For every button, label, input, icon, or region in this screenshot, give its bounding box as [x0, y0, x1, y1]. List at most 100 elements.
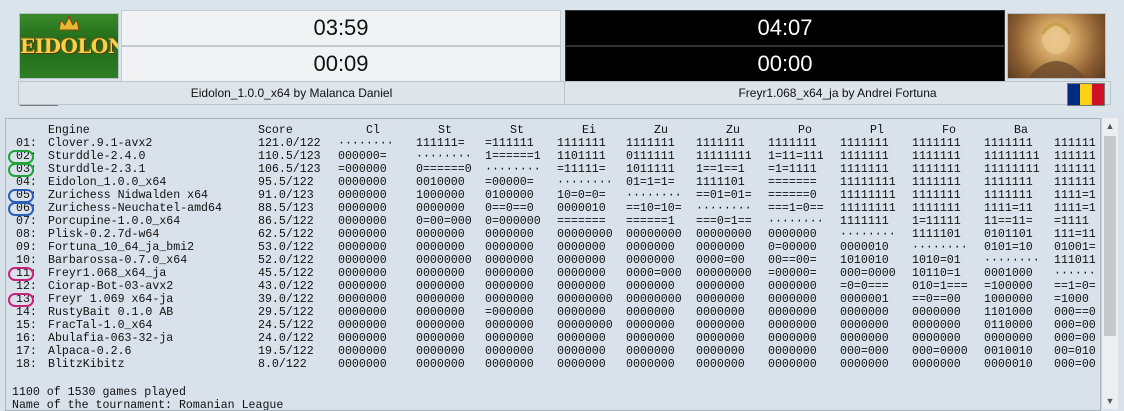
scroll-thumb[interactable]: [1104, 136, 1116, 336]
row-result-cell: 01001=: [1054, 241, 1096, 254]
row-result-cell: 10110=1: [912, 267, 961, 280]
row-result-cell: 0=00000: [768, 241, 817, 254]
row-result-cell: ········: [626, 189, 682, 202]
row-result-cell: 0000000: [416, 280, 465, 293]
row-engine: Eidolon_1.0.0_x64: [48, 176, 167, 189]
row-result-cell: 0000000: [416, 345, 465, 358]
row-result-cell: 1111111: [557, 137, 606, 150]
scroll-down-icon[interactable]: ▼: [1102, 393, 1118, 409]
row-result-cell: 0000000: [416, 358, 465, 371]
row-result-cell: 1111101: [912, 228, 961, 241]
table-row: 01: Clover.9.1-avx2 121.0/122 ········ 11111…: [12, 137, 1100, 150]
header-opponent: Ei: [582, 124, 596, 137]
row-result-cell: 0001000: [984, 267, 1033, 280]
row-result-cell: 0000010: [557, 202, 606, 215]
table-row: 11: Freyr1.068_x64_ja 45.5/122 0000000 00000…: [12, 267, 1100, 280]
row-result-cell: 0=000000: [485, 215, 541, 228]
black-move-clock: 00:00: [565, 46, 1005, 82]
row-engine: Freyr 1.069 x64-ja: [48, 293, 174, 306]
table-row: 07: Porcupine-1.0.0_x64 86.5/122 0000000 0=0…: [12, 215, 1100, 228]
row-score: 88.5/123: [258, 202, 314, 215]
row-result-cell: 0100000: [485, 189, 534, 202]
row-result-cell: 111011: [1054, 254, 1096, 267]
row-result-cell: ········: [984, 254, 1040, 267]
vertical-scrollbar[interactable]: ▲ ▼: [1101, 118, 1118, 409]
row-result-cell: 0000000: [768, 306, 817, 319]
row-result-cell: 00000000: [557, 228, 613, 241]
row-rank: 04:: [16, 176, 37, 189]
row-result-cell: 0111111: [626, 150, 675, 163]
row-result-cell: 0000000: [338, 332, 387, 345]
row-result-cell: =======: [557, 215, 606, 228]
row-result-cell: 0000010: [840, 241, 889, 254]
row-result-cell: 01=1=1=: [626, 176, 675, 189]
row-result-cell: 0000000: [557, 332, 606, 345]
header-opponent: Zu: [654, 124, 668, 137]
row-engine: Abulafia-063-32-ja: [48, 332, 174, 345]
row-result-cell: 0000000: [626, 241, 675, 254]
header-opponent: Po: [798, 124, 812, 137]
white-total-clock: 03:59: [121, 10, 561, 46]
row-result-cell: 0000010: [984, 358, 1033, 371]
row-result-cell: 1011111: [626, 163, 675, 176]
rank-highlight-circle: [8, 163, 34, 177]
row-result-cell: ········: [696, 202, 752, 215]
rank-highlight-circle: [8, 267, 34, 281]
row-result-cell: ········: [557, 176, 613, 189]
row-result-cell: 111111: [1054, 137, 1096, 150]
row-result-cell: 0000000: [338, 241, 387, 254]
table-row: 04: Eidolon_1.0.0_x64 95.5/122 0000000 00100…: [12, 176, 1100, 189]
row-result-cell: 000=0000: [840, 267, 896, 280]
row-result-cell: 000=00: [1054, 358, 1096, 371]
row-result-cell: 0000000: [912, 306, 961, 319]
row-result-cell: 0000000: [557, 241, 606, 254]
row-engine: Sturddle-2.4.0: [48, 150, 146, 163]
row-result-cell: 0000000: [626, 254, 675, 267]
row-result-cell: 111=11: [1054, 228, 1096, 241]
row-score: 53.0/122: [258, 241, 314, 254]
row-result-cell: 0000000: [338, 345, 387, 358]
row-result-cell: 0000000: [485, 241, 534, 254]
row-result-cell: 111111: [1054, 150, 1096, 163]
row-result-cell: 1010=01: [912, 254, 961, 267]
row-result-cell: 0000000: [485, 280, 534, 293]
row-result-cell: 1111111: [768, 137, 817, 150]
row-score: 86.5/122: [258, 215, 314, 228]
table-row: 08: Plisk-0.2.7d-w64 62.5/122 0000000 000000…: [12, 228, 1100, 241]
row-result-cell: 1111111: [696, 137, 745, 150]
row-result-cell: =000000: [338, 163, 387, 176]
row-result-cell: 0000000: [416, 267, 465, 280]
row-result-cell: =1000: [1054, 293, 1089, 306]
row-result-cell: 111111: [1054, 176, 1096, 189]
row-result-cell: 0======0: [416, 163, 472, 176]
row-engine: Alpaca-0.2.6: [48, 345, 132, 358]
row-result-cell: ==10=10=: [626, 202, 682, 215]
row-result-cell: 0000=000: [626, 267, 682, 280]
row-result-cell: 0000000: [485, 319, 534, 332]
row-result-cell: 0000000: [912, 358, 961, 371]
row-result-cell: ······: [1054, 267, 1096, 280]
row-result-cell: 00000000: [696, 267, 752, 280]
row-result-cell: 0000=00: [696, 254, 745, 267]
row-result-cell: 0000000: [338, 254, 387, 267]
row-result-cell: 1000000: [984, 293, 1033, 306]
row-result-cell: =1=1111: [768, 163, 817, 176]
scroll-up-icon[interactable]: ▲: [1102, 118, 1118, 134]
row-result-cell: 00000000: [557, 293, 613, 306]
row-result-cell: 0000000: [485, 293, 534, 306]
row-rank: 18:: [16, 358, 37, 371]
row-result-cell: =111111: [485, 137, 534, 150]
row-result-cell: 0101101: [984, 228, 1033, 241]
row-result-cell: 1010010: [840, 254, 889, 267]
row-result-cell: 0000000: [485, 332, 534, 345]
row-result-cell: 0000000: [840, 319, 889, 332]
row-result-cell: 0010000: [416, 176, 465, 189]
row-rank: 17:: [16, 345, 37, 358]
row-result-cell: ········: [416, 150, 472, 163]
row-result-cell: 11111111: [984, 150, 1040, 163]
row-result-cell: 0000000: [626, 306, 675, 319]
row-result-cell: =100000: [984, 280, 1033, 293]
row-result-cell: 0000000: [416, 241, 465, 254]
row-score: 62.5/122: [258, 228, 314, 241]
row-result-cell: 1111111: [840, 163, 889, 176]
